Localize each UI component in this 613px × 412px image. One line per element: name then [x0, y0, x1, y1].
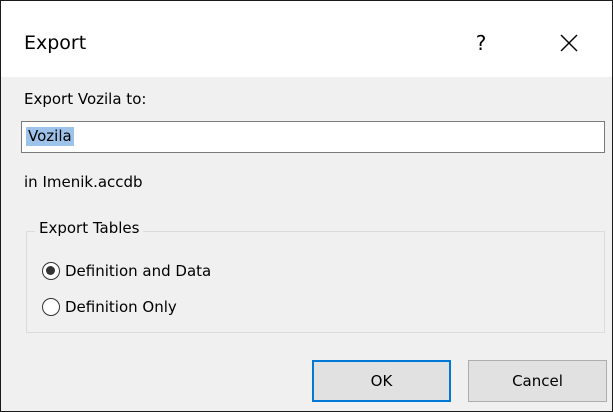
export-name-value: Vozila	[26, 127, 74, 146]
database-location-label: in Imenik.accdb	[24, 173, 143, 191]
radio-label: Definition and Data	[65, 262, 212, 280]
title-bar: Export ?	[1, 1, 612, 77]
radio-definition-and-data[interactable]: Definition and Data	[42, 260, 211, 282]
radio-label: Definition Only	[65, 298, 177, 316]
export-name-input[interactable]: Vozila	[21, 121, 605, 153]
export-dialog: Export ? Export Vozila to: Vozila in Ime…	[0, 0, 613, 412]
dialog-title: Export	[24, 32, 87, 54]
cancel-button[interactable]: Cancel	[468, 360, 607, 402]
radio-unselected-icon[interactable]	[42, 298, 60, 316]
ok-button[interactable]: OK	[312, 360, 451, 402]
export-to-label: Export Vozila to:	[24, 90, 147, 108]
radio-selected-icon[interactable]	[42, 262, 60, 280]
help-button[interactable]: ?	[459, 26, 503, 60]
radio-definition-only[interactable]: Definition Only	[42, 296, 177, 318]
close-button[interactable]	[545, 26, 593, 60]
close-icon	[560, 34, 578, 52]
export-tables-legend: Export Tables	[35, 218, 144, 238]
